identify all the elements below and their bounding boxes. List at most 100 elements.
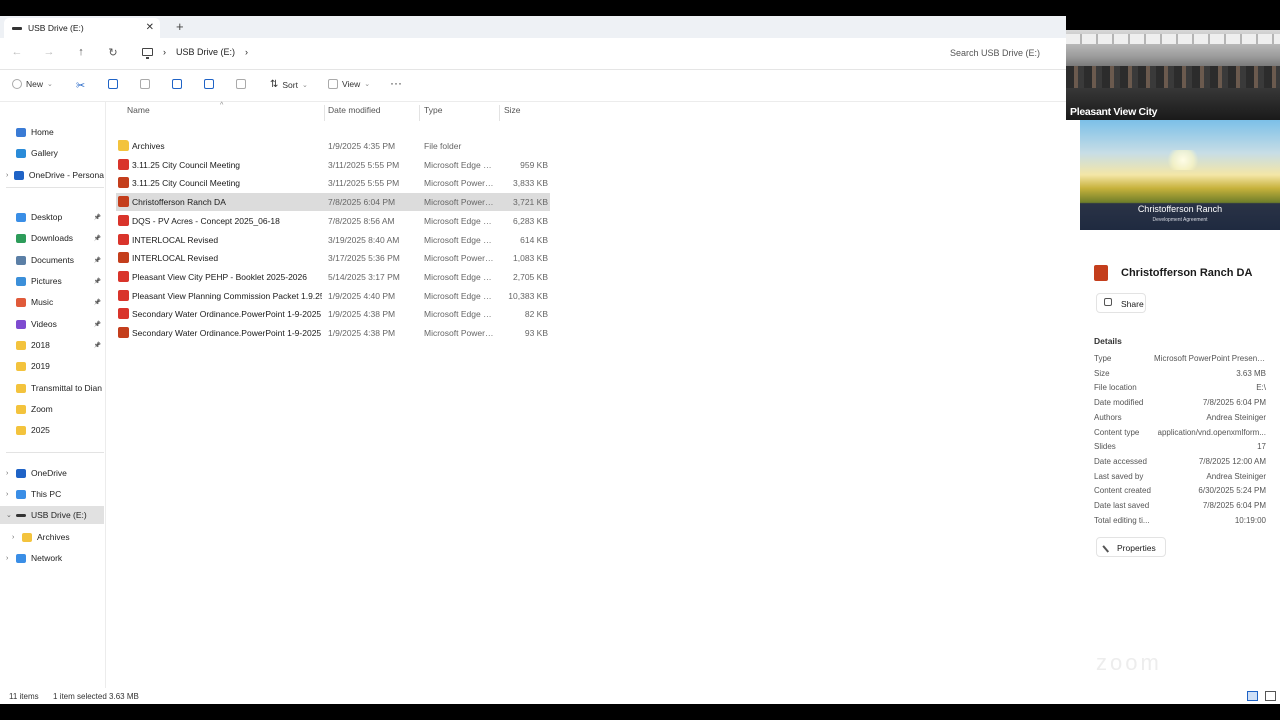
nav-item-documents[interactable]: Documents 📌 xyxy=(0,251,104,269)
share-button[interactable] xyxy=(204,79,214,89)
chevron-right-icon[interactable]: › xyxy=(163,47,166,57)
nav-item-gallery[interactable]: Gallery xyxy=(0,144,104,162)
column-header-name[interactable]: Name xyxy=(127,105,150,123)
expand-chevron-icon[interactable]: ⌄ xyxy=(6,511,16,519)
slide-subtitle: Development Agreement xyxy=(1152,217,1208,223)
nav-item-music[interactable]: Music 📌 xyxy=(0,293,104,311)
pdf-file-icon xyxy=(118,214,129,226)
detail-key: Total editing ti... xyxy=(1094,515,1150,525)
file-row[interactable]: Secondary Water Ordinance.PowerPoint 1-9… xyxy=(116,305,550,323)
search-input[interactable]: Search USB Drive (E:) xyxy=(944,44,1062,64)
refresh-icon[interactable]: ↻ xyxy=(106,46,120,59)
delete-button[interactable] xyxy=(236,79,246,89)
expand-chevron-icon[interactable]: › xyxy=(6,470,16,477)
column-header-type[interactable]: Type xyxy=(424,105,442,123)
file-row[interactable]: Pleasant View City PEHP - Booklet 2025-2… xyxy=(116,268,550,286)
nav-item-label: 2019 xyxy=(31,361,50,371)
nav-item-onedrive-persona[interactable]: › OneDrive - Persona xyxy=(0,166,104,184)
file-row[interactable]: Archives 1/9/2025 4:35 PM File folder xyxy=(116,137,550,155)
view-label: View xyxy=(342,79,361,89)
view-button[interactable]: View ⌄ xyxy=(328,79,370,89)
expand-chevron-icon[interactable]: › xyxy=(12,534,22,541)
copy-button[interactable] xyxy=(108,79,118,89)
up-arrow-icon[interactable]: ↑ xyxy=(74,46,88,58)
view-icon xyxy=(328,79,338,89)
chevron-right-icon[interactable]: › xyxy=(245,47,248,57)
tree-item-archives[interactable]: › Archives xyxy=(0,528,104,546)
file-date: 1/9/2025 4:38 PM xyxy=(328,309,396,320)
network-icon xyxy=(16,553,26,563)
column-divider[interactable] xyxy=(499,105,500,121)
tab-title: USB Drive (E:) xyxy=(28,23,84,33)
column-divider[interactable] xyxy=(324,105,325,121)
details-view-icon[interactable] xyxy=(1247,691,1258,701)
details-title: Christofferson Ranch DA xyxy=(1121,267,1253,279)
tab-usb-drive[interactable]: USB Drive (E:) ✕ xyxy=(4,18,160,38)
file-row[interactable]: Pleasant View Planning Commission Packet… xyxy=(116,287,550,305)
music-icon xyxy=(16,297,26,307)
nav-item-downloads[interactable]: Downloads 📌 xyxy=(0,229,104,247)
nav-item-home[interactable]: Home xyxy=(0,123,104,141)
paste-icon xyxy=(140,79,150,89)
sort-button[interactable]: ⇅ Sort ⌄ xyxy=(270,79,308,90)
file-type: Microsoft Edge P... xyxy=(424,159,494,170)
tiles-view-icon[interactable] xyxy=(1265,691,1276,701)
tree-item-usb-drive-e-[interactable]: ⌄ USB Drive (E:) xyxy=(0,506,104,524)
file-row[interactable]: INTERLOCAL Revised 3/19/2025 8:40 AM Micro… xyxy=(116,231,550,249)
new-tab-button[interactable]: + xyxy=(176,19,184,34)
nav-item-desktop[interactable]: Desktop 📌 xyxy=(0,208,104,226)
expand-chevron-icon[interactable]: › xyxy=(6,555,16,562)
nav-item-2025[interactable]: 2025 xyxy=(0,421,104,439)
tree-item-label: USB Drive (E:) xyxy=(31,510,87,520)
breadcrumb-usb-drive[interactable]: USB Drive (E:) xyxy=(176,47,235,57)
detail-value: 7/8/2025 6:04 PM xyxy=(1202,501,1266,510)
file-row[interactable]: 3.11.25 City Council Meeting 3/11/2025 5:… xyxy=(116,174,550,192)
forward-arrow-icon[interactable]: → xyxy=(42,46,56,58)
command-bar: New ⌄ ✂ ⇅ Sort ⌄ View ⌄ ··· xyxy=(0,70,1066,102)
file-row[interactable]: INTERLOCAL Revised 3/17/2025 5:36 PM Micro… xyxy=(116,249,550,267)
nav-item-2019[interactable]: 2019 xyxy=(0,357,104,375)
tree-item-this-pc[interactable]: › This PC xyxy=(0,485,104,503)
nav-item-zoom[interactable]: Zoom xyxy=(0,400,104,418)
nav-item-2018[interactable]: 2018 📌 xyxy=(0,336,104,354)
file-row[interactable]: 3.11.25 City Council Meeting 3/11/2025 5:… xyxy=(116,156,550,174)
rename-button[interactable] xyxy=(172,79,182,89)
pane-divider[interactable] xyxy=(105,102,106,690)
column-divider[interactable] xyxy=(419,105,420,121)
tree-item-network[interactable]: › Network xyxy=(0,549,104,567)
download-icon xyxy=(16,233,26,243)
nav-item-pictures[interactable]: Pictures 📌 xyxy=(0,272,104,290)
new-button[interactable]: New ⌄ xyxy=(12,79,53,89)
file-name: Secondary Water Ordinance.PowerPoint 1-9… xyxy=(132,309,322,320)
folder-icon xyxy=(16,383,26,393)
close-tab-icon[interactable]: ✕ xyxy=(146,22,154,33)
back-arrow-icon[interactable]: ← xyxy=(10,46,24,58)
more-options-button[interactable]: ··· xyxy=(390,76,402,90)
detail-value: 3.63 MB xyxy=(1236,368,1266,378)
column-header-size[interactable]: Size xyxy=(504,105,521,123)
nav-divider xyxy=(6,452,104,453)
column-header-date[interactable]: Date modified xyxy=(328,105,380,123)
tree-item-onedrive[interactable]: › OneDrive xyxy=(0,464,104,482)
expand-chevron-icon[interactable]: › xyxy=(6,491,16,498)
file-row[interactable]: DQS - PV Acres - Concept 2025_06-18 7/8/2… xyxy=(116,212,550,230)
detail-key: Date modified xyxy=(1094,398,1144,408)
paste-button[interactable] xyxy=(140,79,150,89)
file-size: 10,383 KB xyxy=(508,290,548,301)
detail-value: 17 xyxy=(1257,442,1266,452)
detail-row: Last saved by Andrea Steiniger xyxy=(1094,472,1266,486)
folder-icon xyxy=(118,140,129,151)
nav-item-transmittal-to-dian[interactable]: Transmittal to Dian xyxy=(0,379,104,397)
cut-button[interactable]: ✂ xyxy=(76,79,85,92)
file-size: 2,705 KB xyxy=(513,271,548,282)
videos-icon xyxy=(16,319,26,329)
detail-row: Total editing ti... 10:19:00 xyxy=(1094,516,1266,530)
file-row[interactable]: Secondary Water Ordinance.PowerPoint 1-9… xyxy=(116,324,550,342)
expand-chevron-icon[interactable]: › xyxy=(6,172,14,179)
nav-item-label: Transmittal to Dian xyxy=(31,383,103,393)
pc-icon[interactable] xyxy=(142,48,153,59)
nav-item-videos[interactable]: Videos 📌 xyxy=(0,315,104,333)
powerpoint-file-icon xyxy=(118,196,129,208)
file-row[interactable]: Christofferson Ranch DA 7/8/2025 6:04 PM M… xyxy=(116,193,550,212)
file-name: Pleasant View Planning Commission Packet… xyxy=(132,290,322,301)
